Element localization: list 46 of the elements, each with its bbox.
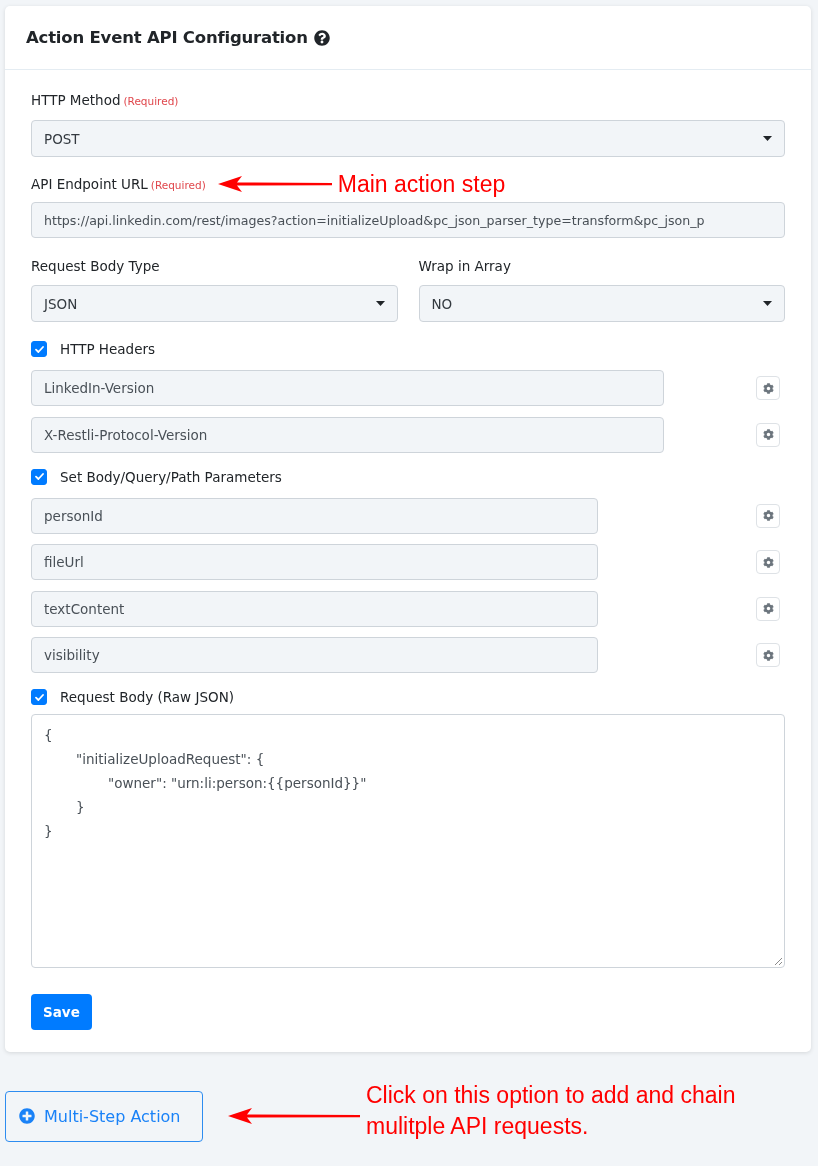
select-field[interactable]: POST <box>31 120 785 157</box>
field-label: Request Body Type <box>31 257 160 275</box>
input-field[interactable]: visibility <box>31 637 598 673</box>
field-label: Wrap in Array <box>418 257 511 275</box>
check-icon <box>34 345 44 353</box>
gear-icon <box>762 382 774 394</box>
checkbox[interactable] <box>31 341 47 357</box>
input-field[interactable]: personId <box>31 497 598 534</box>
select-field[interactable]: NO <box>418 285 785 322</box>
annotation-text: Main action step <box>337 171 506 197</box>
caret-icon <box>763 136 772 141</box>
input-field[interactable]: X-Restli-Protocol-Version <box>31 416 664 453</box>
checkbox[interactable] <box>31 689 47 705</box>
gear-icon <box>762 510 774 521</box>
caret-icon <box>375 301 385 306</box>
field-label: HTTP Method (Required) <box>31 90 179 110</box>
annotation-text: Click on this option to add and chain <box>366 1081 736 1110</box>
settings-button[interactable] <box>756 550 780 574</box>
settings-button[interactable] <box>756 422 780 447</box>
annotation-text: mulitple API requests. <box>366 1112 590 1141</box>
settings-button[interactable] <box>756 503 780 528</box>
check-icon <box>34 693 44 701</box>
gear-icon <box>762 649 774 661</box>
input-field[interactable]: https://api.linkedin.com/rest/images?action=initializeUpload&pc_json_parser_type=transform&pc_json_p <box>31 202 785 238</box>
check-icon <box>34 473 44 480</box>
gear-icon <box>762 429 774 440</box>
checkbox-label[interactable]: HTTP Headers <box>60 340 156 358</box>
input-field[interactable]: LinkedIn-Version <box>31 370 664 406</box>
settings-button[interactable] <box>756 643 780 667</box>
field-label: API Endpoint URL (Required) <box>31 174 206 194</box>
gear-icon <box>762 556 774 568</box>
card-title: Action Event API Configuration <box>26 28 308 47</box>
checkbox-label[interactable]: Set Body/Query/Path Parameters <box>60 467 282 486</box>
input-field[interactable]: fileUrl <box>31 544 598 580</box>
checkbox[interactable] <box>31 468 47 485</box>
checkbox-label[interactable]: Request Body (Raw JSON) <box>60 688 234 706</box>
save-button[interactable]: Save <box>31 994 92 1030</box>
help-icon[interactable] <box>313 29 330 46</box>
settings-button[interactable] <box>756 596 780 621</box>
caret-icon <box>763 301 772 306</box>
resize-grip-icon[interactable] <box>774 957 782 965</box>
settings-button[interactable] <box>756 376 780 400</box>
select-field[interactable]: JSON <box>31 285 398 322</box>
textarea-field[interactable]: { "initializeUploadRequest": { "owner": "urn:li:person:{{personId}}" } } <box>31 714 785 968</box>
input-field[interactable]: textContent <box>31 590 598 627</box>
gear-icon <box>762 603 774 614</box>
